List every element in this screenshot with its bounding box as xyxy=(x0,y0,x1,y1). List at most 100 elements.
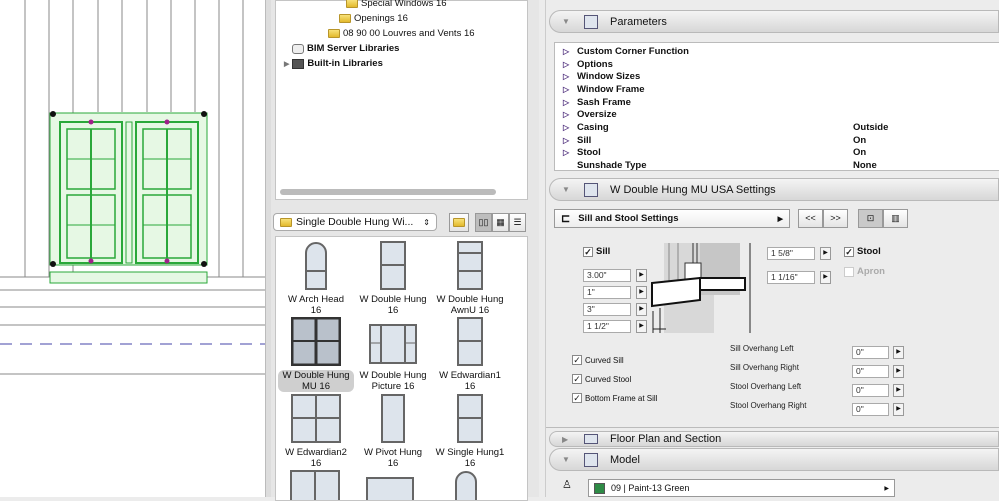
library-icon xyxy=(292,58,305,69)
parameter-row[interactable]: ▷ Window Frame xyxy=(563,83,999,96)
checkbox-unchecked[interactable] xyxy=(844,266,854,277)
settings-page-select[interactable]: ⊏ Sill and Stool Settings ▶ xyxy=(554,209,790,228)
library-item-double-hung-picture[interactable]: W Double Hung Picture 16 xyxy=(355,317,431,392)
disclosure-triangle-icon[interactable]: ▷ xyxy=(563,98,577,107)
arrow-button[interactable]: ▶ xyxy=(636,303,647,316)
disclosure-triangle-icon[interactable]: ▷ xyxy=(563,123,577,132)
stool-overhang-right-input[interactable]: 0" xyxy=(852,403,889,416)
parameter-value: None xyxy=(853,160,877,172)
tree-item-builtin[interactable]: ▶ Built-in Libraries xyxy=(284,58,383,69)
checkbox-checked[interactable]: ✓ xyxy=(572,393,582,403)
stool-overhang-left-input[interactable]: 0" xyxy=(852,384,889,397)
parameter-row[interactable]: ▷ Stool On xyxy=(563,147,999,160)
floor-plan-section-header[interactable]: ▶ Floor Plan and Section xyxy=(549,431,999,447)
checkbox-label: Bottom Frame at Sill xyxy=(585,393,658,403)
parameter-name: Custom Corner Function xyxy=(577,45,689,57)
view-small-icons-button[interactable]: ▦ xyxy=(492,213,509,232)
arrow-button[interactable]: ▶ xyxy=(820,247,831,260)
item-label: MU 16 xyxy=(302,381,330,392)
item-label: 16 xyxy=(310,305,322,316)
checkbox-checked[interactable]: ✓ xyxy=(844,246,854,257)
library-item-double-hung-awnu[interactable]: W Double Hung AwnU 16 xyxy=(432,241,508,316)
folder-select[interactable]: Single Double Hung Wi... ⇕ xyxy=(273,213,437,231)
checkbox-checked[interactable]: ✓ xyxy=(583,246,593,257)
item-label: AwnU 16 xyxy=(450,305,490,316)
folder-icon xyxy=(339,14,351,23)
disclosure-triangle-icon[interactable]: ▷ xyxy=(563,72,577,81)
library-item-single-hung1[interactable]: W Single Hung1 16 xyxy=(432,394,508,469)
window-thumbnail-icon xyxy=(457,317,483,366)
view-large-icons-button[interactable]: ▯▯ xyxy=(475,213,492,232)
checkbox-checked[interactable]: ✓ xyxy=(572,374,582,384)
parameter-name: Window Sizes xyxy=(577,71,641,83)
parameter-name: Casing xyxy=(577,122,609,134)
material-select[interactable]: 09 | Paint-13 Green ▶ xyxy=(588,479,895,497)
tree-item-bim-server[interactable]: BIM Server Libraries xyxy=(292,43,399,54)
tree-item-openings[interactable]: Openings 16 xyxy=(339,13,408,24)
arrow-button[interactable]: ▶ xyxy=(893,365,904,378)
curved-stool-checkbox[interactable]: ✓ Curved Stool xyxy=(572,374,631,384)
checkbox-checked[interactable]: ✓ xyxy=(572,355,582,365)
dimension-view-button[interactable]: ⊡ xyxy=(858,209,883,228)
model-section-header[interactable]: ▼ Model xyxy=(549,448,999,471)
parameter-row[interactable]: ▷ Custom Corner Function xyxy=(563,45,999,58)
stool-value-2[interactable]: 1 1/16" xyxy=(767,271,815,284)
stool-checkbox[interactable]: ✓ Stool xyxy=(844,246,881,257)
disclosure-triangle-icon[interactable]: ▷ xyxy=(563,85,577,94)
apron-checkbox[interactable]: Apron xyxy=(844,266,885,277)
library-item-double-hung[interactable]: W Double Hung 16 xyxy=(355,241,431,316)
collapse-triangle-icon[interactable]: ▼ xyxy=(562,17,572,26)
library-item-double-hung-mu[interactable]: W Double Hung MU 16 xyxy=(278,317,354,392)
parameter-row[interactable]: ▷ Casing Outside xyxy=(563,121,999,134)
library-item-edwardian2[interactable]: W Edwardian2 16 xyxy=(278,394,354,469)
disclosure-triangle-icon[interactable]: ▷ xyxy=(563,110,577,119)
sill-value-2[interactable]: 1" xyxy=(583,286,631,299)
tree-horizontal-scrollbar[interactable] xyxy=(280,189,496,195)
disclosure-triangle-icon[interactable]: ▷ xyxy=(563,60,577,69)
disclosure-triangle-icon[interactable]: ▷ xyxy=(563,136,577,145)
parameter-row[interactable]: ▷ Window Sizes xyxy=(563,70,999,83)
collapse-triangle-icon[interactable]: ▼ xyxy=(562,185,572,194)
arrow-button[interactable]: ▶ xyxy=(636,286,647,299)
parameter-row[interactable]: Sunshade Type None xyxy=(563,159,999,172)
arrow-button[interactable]: ▶ xyxy=(893,403,904,416)
preview-view-button[interactable]: ▥ xyxy=(883,209,908,228)
view-list-button[interactable]: ☰ xyxy=(509,213,526,232)
arrow-button[interactable]: ▶ xyxy=(893,384,904,397)
sill-overhang-left-input[interactable]: 0" xyxy=(852,346,889,359)
next-page-button[interactable]: >> xyxy=(823,209,848,228)
tree-item-special-windows[interactable]: Special Windows 16 xyxy=(346,0,447,9)
arrow-button[interactable]: ▶ xyxy=(893,346,904,359)
collapse-triangle-icon[interactable]: ▼ xyxy=(562,455,572,464)
arrow-button[interactable]: ▶ xyxy=(636,320,647,333)
sill-overhang-right-input[interactable]: 0" xyxy=(852,365,889,378)
settings-section-header[interactable]: ▼ W Double Hung MU USA Settings xyxy=(549,178,999,201)
parameter-row[interactable]: ▷ Oversize xyxy=(563,109,999,122)
curved-sill-checkbox[interactable]: ✓ Curved Sill xyxy=(572,355,624,365)
parameter-name: Sill xyxy=(577,134,592,146)
parameter-row[interactable]: ▷ Sash Frame xyxy=(563,96,999,109)
arrow-button[interactable]: ▶ xyxy=(820,271,831,284)
parameter-row[interactable]: ▷ Options xyxy=(563,58,999,71)
disclosure-triangle-icon[interactable]: ▷ xyxy=(563,148,577,157)
tree-item-louvres[interactable]: 08 90 00 Louvres and Vents 16 xyxy=(328,28,475,39)
parameter-row[interactable]: ▷ Sill On xyxy=(563,134,999,147)
disclosure-triangle-icon[interactable]: ▶ xyxy=(284,60,289,68)
parameters-section-header[interactable]: ▼ Parameters xyxy=(549,10,999,33)
bottom-frame-checkbox[interactable]: ✓ Bottom Frame at Sill xyxy=(572,393,657,403)
up-folder-button[interactable] xyxy=(449,213,469,232)
drawing-canvas[interactable] xyxy=(0,0,266,497)
sill-value-1[interactable]: 3.00" xyxy=(583,269,631,282)
sill-checkbox[interactable]: ✓ Sill xyxy=(583,246,610,257)
sill-value-4[interactable]: 1 1/2" xyxy=(583,320,631,333)
library-item-arch-head[interactable]: W Arch Head 16 xyxy=(278,241,354,316)
prev-page-button[interactable]: << xyxy=(798,209,823,228)
parameters-icon xyxy=(584,14,598,29)
expand-triangle-icon[interactable]: ▶ xyxy=(562,435,572,444)
sill-value-3[interactable]: 3" xyxy=(583,303,631,316)
disclosure-triangle-icon[interactable]: ▷ xyxy=(563,47,577,56)
library-item-pivot-hung[interactable]: W Pivot Hung 16 xyxy=(355,394,431,469)
library-item-edwardian1[interactable]: W Edwardian1 16 xyxy=(432,317,508,392)
stool-value-1[interactable]: 1 5/8" xyxy=(767,247,815,260)
arrow-button[interactable]: ▶ xyxy=(636,269,647,282)
